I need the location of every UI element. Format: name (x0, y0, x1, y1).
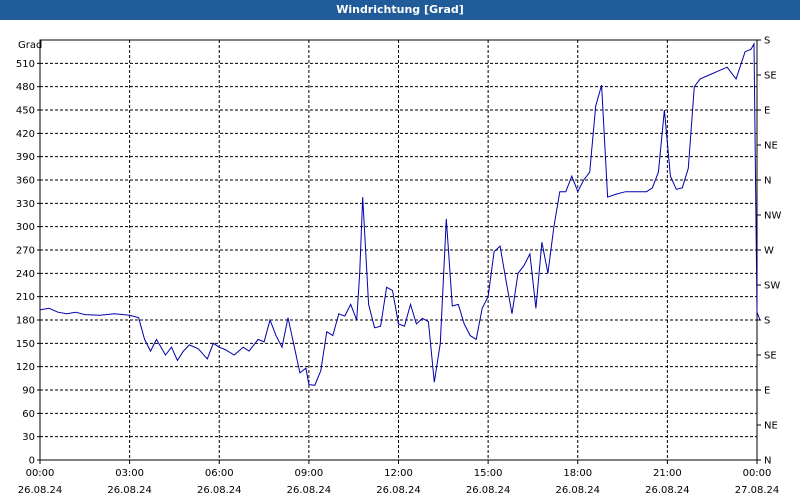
x-tick-time: 06:00 (205, 468, 234, 479)
right-tick-label: NW (764, 211, 781, 222)
right-tick-label: SE (764, 351, 777, 362)
x-tick-time: 00:00 (743, 468, 772, 479)
right-tick-label: SE (764, 71, 777, 82)
y-tick-label: 0 (29, 456, 35, 467)
y-tick-label: 420 (16, 129, 35, 140)
right-tick-label: NE (764, 141, 778, 152)
y-tick-label: 360 (16, 176, 35, 187)
chart: 0 30 60 90 120 150 180 210 240 270 300 330 360 390 420… (16, 36, 782, 497)
x-tick-date: 26.08.24 (645, 485, 690, 496)
x-tick-time: 12:00 (384, 468, 413, 479)
x-tick-time: 21:00 (653, 468, 682, 479)
y-tick-label: 150 (16, 339, 35, 350)
right-tick-label: N (764, 176, 771, 187)
series-group (39, 42, 761, 386)
x-tick-date: 26.08.24 (287, 485, 332, 496)
y-tick-label: 90 (22, 386, 35, 397)
x-tick-date: 27.08.24 (735, 485, 780, 496)
x-tick-date: 26.08.24 (376, 485, 421, 496)
x-tick-time: 03:00 (115, 468, 144, 479)
y-tick-label: 120 (16, 362, 35, 373)
y-tick-label: 210 (16, 292, 35, 303)
right-tick-label: SW (764, 281, 780, 292)
right-tick-label: E (764, 106, 770, 117)
y-tick-label: 480 (16, 82, 35, 93)
x-tick-time: 18:00 (563, 468, 592, 479)
x-tick-date: 26.08.24 (466, 485, 511, 496)
x-tick-date: 26.08.24 (107, 485, 152, 496)
y-tick-label: 180 (16, 316, 35, 327)
right-tick-label: S (764, 316, 770, 327)
y-tick-label: 240 (16, 269, 35, 280)
y-axis-label: Grad (18, 40, 42, 51)
y-tick-label: 390 (16, 152, 35, 163)
y-tick-label: 510 (16, 59, 35, 70)
y-tick-label: 30 (22, 432, 35, 443)
y-tick-label: 60 (22, 409, 35, 420)
chart-title: Windrichtung [Grad] (0, 0, 800, 20)
right-tick-label: E (764, 386, 770, 397)
y-tick-label: 450 (16, 106, 35, 117)
right-tick-label: W (764, 246, 774, 257)
gridlines (40, 40, 757, 460)
y-tick-label: 300 (16, 222, 35, 233)
y-axis-left: 0 30 60 90 120 150 180 210 240 270 300 330 360 390 420… (16, 59, 40, 467)
x-tick-time: 09:00 (294, 468, 323, 479)
right-tick-label: NE (764, 421, 778, 432)
x-tick-date: 26.08.24 (555, 485, 600, 496)
right-tick-label: S (764, 36, 770, 47)
y-axis-right: N NE E SE S SW W NW N NE E SE S (757, 36, 781, 467)
y-tick-label: 270 (16, 246, 35, 257)
x-tick-date: 26.08.24 (197, 485, 242, 496)
x-axis: 00:00 26.08.24 03:00 26.08.24 06:00 26.08.24 0… (18, 460, 780, 496)
x-tick-time: 00:00 (26, 468, 55, 479)
x-tick-time: 15:00 (474, 468, 503, 479)
y-tick-label: 330 (16, 199, 35, 210)
right-tick-label: N (764, 456, 771, 467)
series-line (39, 42, 761, 386)
x-tick-date: 26.08.24 (18, 485, 63, 496)
